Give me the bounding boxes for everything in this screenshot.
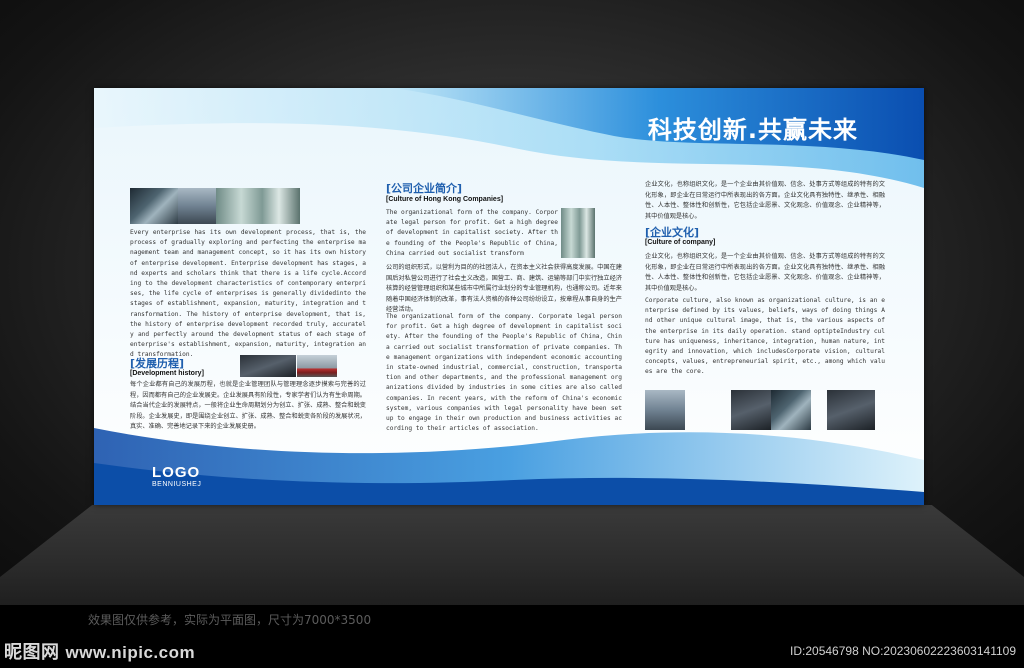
photo-red-car — [297, 355, 337, 377]
development-history-body: 每个企业都有自己的发展历程，也就是企业管理团队与管理理念逐步摸索与完善的过程，因… — [130, 381, 366, 431]
display-board: 科技创新.共赢未来 Every enterprise has its own d… — [94, 88, 924, 505]
photo-building-facade — [216, 188, 300, 224]
logo-subtitle: BENNIUSHEJ — [152, 481, 202, 488]
photo-building-lobby — [130, 188, 178, 224]
development-history-heading: [发展历程] — [130, 357, 185, 370]
development-history-subheading: [Development history] — [130, 370, 204, 377]
watermark-url: www.nipic.com — [65, 643, 196, 662]
culture-intro-cn: 企业文化，也称组织文化，是一个企业由其价值观、信念、处事方式等组成的特有的文化形… — [645, 181, 885, 220]
company-culture-body-cn: 企业文化，也称组织文化，是一个企业由其价值观、信念、处事方式等组成的特有的文化形… — [645, 253, 885, 292]
watermark-brand-name: 昵图网 — [4, 642, 60, 663]
development-intro-text: Every enterprise has its own development… — [130, 229, 366, 359]
company-logo: LOGO BENNIUSHEJ — [152, 464, 202, 489]
company-profile-heading: [公司企业简介] — [386, 182, 463, 195]
photo-glass-corridor — [561, 208, 595, 258]
photo-building-exterior — [178, 188, 216, 224]
company-profile-body-cn: 公司的组织形式，以营利为目的的社团法人，在资本主义社会获得高度发展。中国在建国后… — [386, 264, 622, 314]
company-culture-subheading: [Culture of company] — [645, 239, 716, 246]
photo-modern-building — [771, 390, 811, 430]
watermark-id: ID:20546798 NO:20230602223603141109 — [790, 644, 1016, 658]
headline-slogan: 科技创新.共赢未来 — [647, 116, 858, 144]
reference-caption: 效果图仅供参考，实际为平面图，尺寸为7000*3500 — [88, 613, 372, 627]
photo-skyline — [645, 390, 685, 430]
company-culture-body-en: Corporate culture, also known as organiz… — [645, 297, 885, 376]
photo-glass-building — [827, 390, 875, 430]
company-profile-subheading: [Culture of Hong Kong Companies] — [386, 196, 504, 203]
stage-floor — [0, 505, 1024, 605]
company-profile-intro: The organizational form of the company. … — [386, 209, 558, 257]
photo-dark-tower — [731, 390, 771, 430]
company-culture-heading: [企业文化] — [645, 226, 700, 239]
watermark-brand: 昵图网 www.nipic.com — [4, 638, 195, 664]
photo-office-interior — [240, 355, 296, 377]
logo-text: LOGO — [152, 464, 201, 481]
company-profile-body-en: The organizational form of the company. … — [386, 313, 622, 433]
